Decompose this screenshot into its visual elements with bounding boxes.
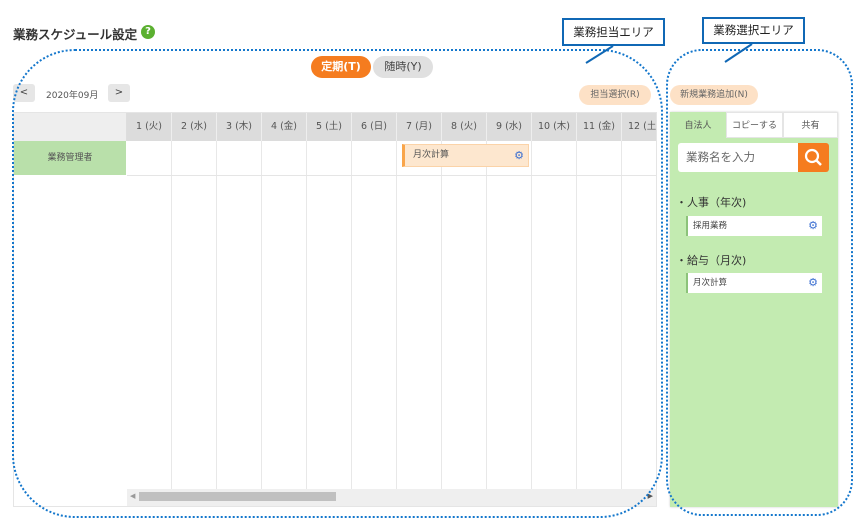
- category-label: ・給与（月次): [676, 254, 747, 267]
- schedule-grid: 1 (火) 2 (水) 3 (木) 4 (金) 5 (土) 6 (日) 7 (月) 8 (火)…: [13, 112, 657, 507]
- row-label[interactable]: 業務管理者: [14, 141, 126, 175]
- day-columns: [127, 141, 656, 506]
- adhoc-mode-button[interactable]: 随時(Y): [373, 56, 433, 78]
- day-header-row: 1 (火) 2 (水) 3 (木) 4 (金) 5 (土) 6 (日) 7 (月) 8 (火)…: [127, 113, 656, 141]
- category-label: ・人事（年次): [676, 196, 747, 209]
- tab-copy[interactable]: コピーする: [726, 112, 783, 138]
- scroll-left-icon[interactable]: ◀: [130, 492, 135, 500]
- tab-shared[interactable]: 共有: [783, 112, 838, 138]
- day-cell[interactable]: [622, 141, 656, 506]
- task-item[interactable]: 採用業務 ⚙: [686, 216, 822, 236]
- add-task-button[interactable]: 新規業務追加(N): [670, 85, 758, 105]
- task-search-input[interactable]: 業務名を入力: [678, 143, 798, 172]
- search-icon: [804, 148, 822, 166]
- scroll-right-icon[interactable]: ▶: [648, 492, 653, 500]
- page-title: 業務スケジュール設定: [13, 27, 138, 42]
- day-header: 2 (水): [172, 113, 217, 141]
- gear-icon[interactable]: ⚙: [808, 273, 818, 293]
- gear-icon[interactable]: ⚙: [808, 216, 818, 236]
- day-header: 9 (水): [487, 113, 532, 141]
- tab-own-company[interactable]: 自法人: [670, 112, 726, 138]
- task-name: 月次計算: [413, 150, 450, 160]
- day-header: 12 (土): [622, 113, 656, 141]
- assignment-area-callout: 業務担当エリア: [562, 18, 665, 46]
- callout-pointer: [724, 43, 753, 63]
- task-selection-panel: 自法人 コピーする 共有 業務名を入力 ・人事（年次) 採用業務 ⚙ ・給与（月次…: [670, 112, 838, 507]
- assign-select-button[interactable]: 担当選択(R): [579, 85, 651, 105]
- day-header: 5 (土): [307, 113, 352, 141]
- day-cell[interactable]: [217, 141, 262, 506]
- gear-icon[interactable]: ⚙: [514, 145, 524, 166]
- day-cell[interactable]: [352, 141, 397, 506]
- day-header: 6 (日): [352, 113, 397, 141]
- search-button[interactable]: [798, 143, 829, 172]
- current-month: 2020年09月: [46, 91, 99, 101]
- day-cell[interactable]: [532, 141, 577, 506]
- day-cell[interactable]: [577, 141, 622, 506]
- day-cell[interactable]: [397, 141, 442, 506]
- next-month-button[interactable]: >: [108, 84, 130, 102]
- horizontal-scrollbar[interactable]: ◀ ▶: [127, 489, 656, 506]
- callout-pointer: [585, 45, 614, 64]
- scrollbar-thumb[interactable]: [139, 492, 336, 501]
- grid-corner: [14, 113, 127, 141]
- help-icon[interactable]: ?: [141, 25, 155, 39]
- day-header: 3 (木): [217, 113, 262, 141]
- day-header: 4 (金): [262, 113, 307, 141]
- prev-month-button[interactable]: <: [13, 84, 35, 102]
- day-header: 11 (金): [577, 113, 622, 141]
- task-block[interactable]: 月次計算 ⚙: [402, 144, 529, 167]
- task-item-name: 採用業務: [693, 221, 728, 231]
- day-cell[interactable]: [442, 141, 487, 506]
- selection-area-callout: 業務選択エリア: [702, 17, 805, 44]
- regular-mode-button[interactable]: 定期(T): [311, 56, 371, 78]
- day-header: 1 (火): [127, 113, 172, 141]
- day-header: 7 (月): [397, 113, 442, 141]
- day-header: 10 (木): [532, 113, 577, 141]
- day-cell[interactable]: [307, 141, 352, 506]
- day-cell[interactable]: [127, 141, 172, 506]
- day-header: 8 (火): [442, 113, 487, 141]
- day-cell[interactable]: [262, 141, 307, 506]
- day-cell[interactable]: [172, 141, 217, 506]
- task-item[interactable]: 月次計算 ⚙: [686, 273, 822, 293]
- day-cell[interactable]: [487, 141, 532, 506]
- task-item-name: 月次計算: [693, 278, 728, 288]
